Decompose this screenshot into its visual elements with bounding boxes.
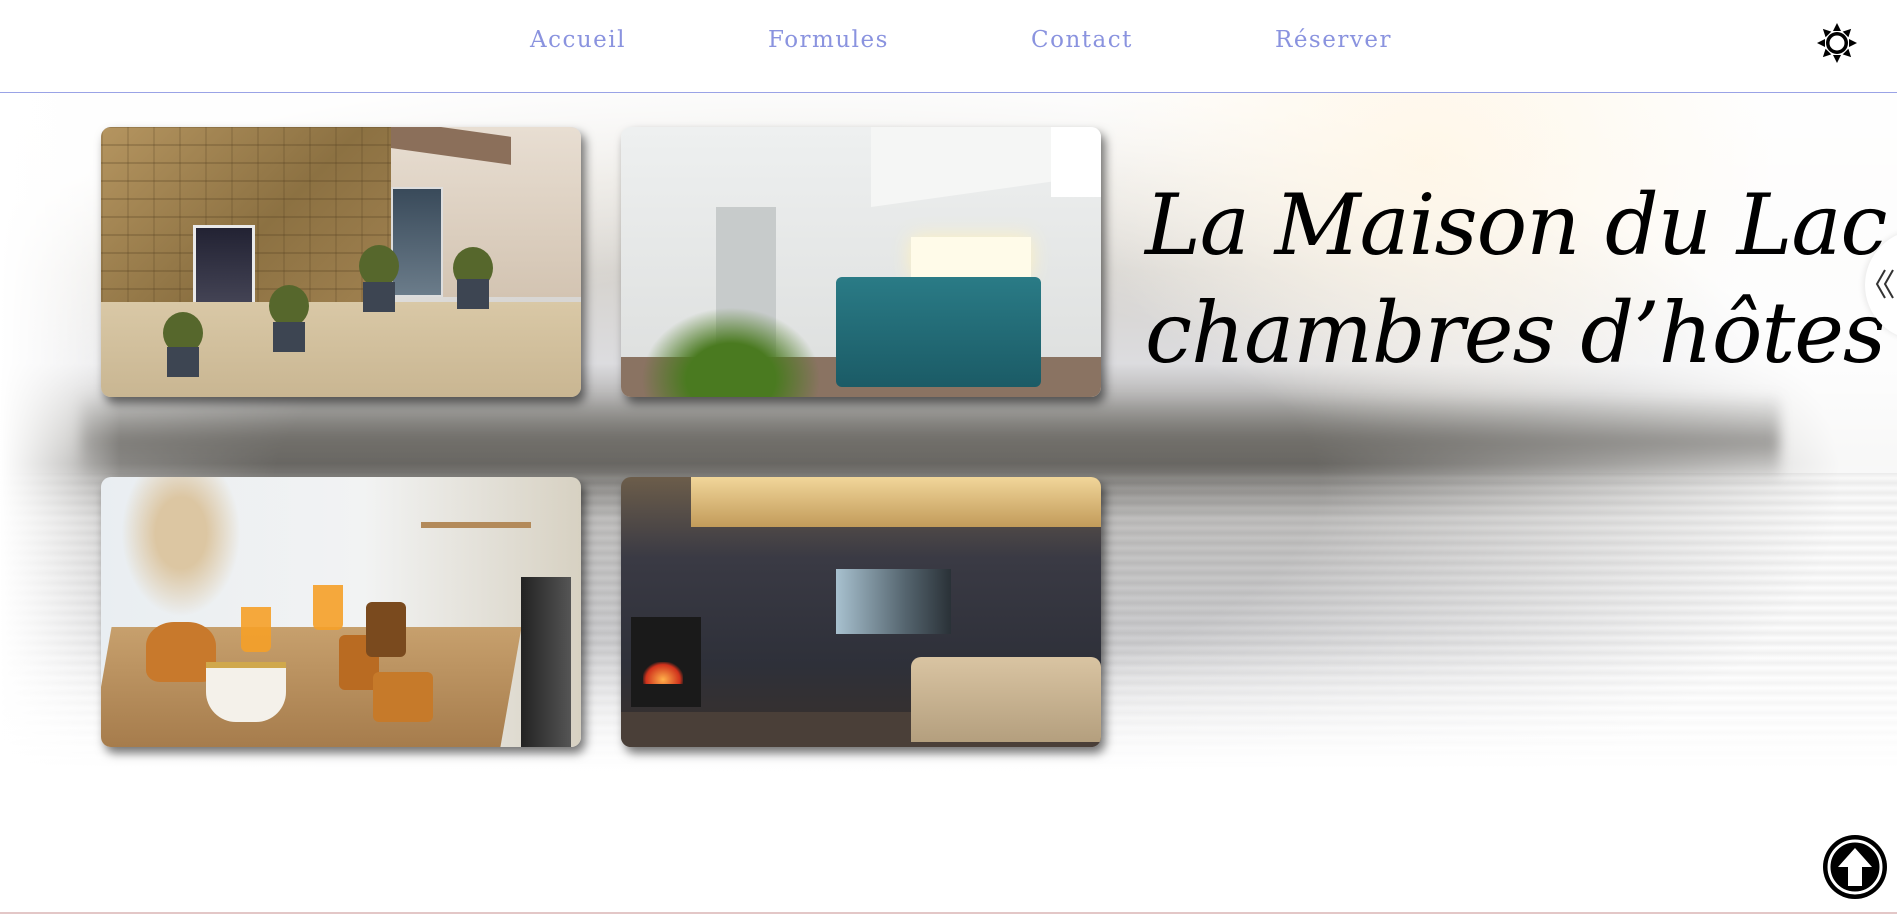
photo-breakfast [101,477,581,747]
sun-icon [1817,23,1857,63]
nav-link-formules[interactable]: Formules [768,27,889,53]
nav-link-accueil[interactable]: Accueil [530,27,626,53]
theme-toggle-button[interactable] [1816,22,1858,64]
site-header: Accueil Formules Contact Réserver [0,0,1897,93]
chevron-left-double-icon [1875,269,1894,299]
photo-bedroom [621,127,1101,397]
title-line-2: chambres d’hôtes [1145,284,1886,382]
nav-link-reserver[interactable]: Réserver [1275,27,1392,53]
nav-link-contact[interactable]: Contact [1031,27,1133,53]
photo-lounge [621,477,1101,747]
hero-section: La Maison du Lac, chambres d’hôtes [0,93,1897,805]
scroll-to-top-button[interactable] [1823,835,1887,899]
page-title: La Maison du Lac, chambres d’hôtes [1145,171,1897,387]
main-nav: Accueil Formules Contact Réserver [0,0,1897,92]
footer-divider [0,912,1897,914]
photo-house-facade [101,127,581,397]
title-line-1: La Maison du Lac, [1145,176,1897,274]
arrow-up-icon [1827,839,1883,895]
